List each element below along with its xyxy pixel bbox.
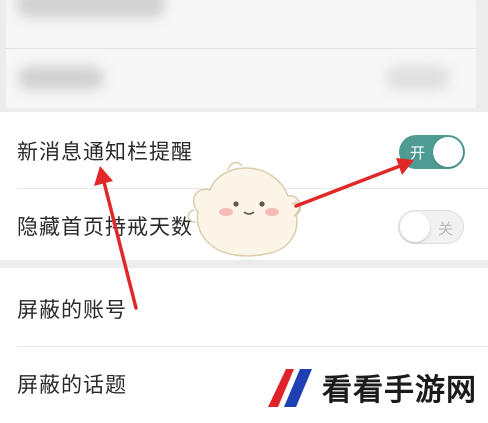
watermark-logo-icon	[268, 369, 312, 407]
notification-bar-reminder-row[interactable]: 新消息通知栏提醒 开	[0, 114, 488, 188]
blurred-divider	[6, 48, 476, 49]
hide-home-days-label: 隐藏首页持戒天数	[17, 215, 193, 239]
toggle-on-text: 开	[410, 144, 426, 162]
watermark-text: 看看手游网	[322, 373, 477, 408]
watermark: 看看手游网	[262, 362, 477, 412]
notification-settings-card: 新消息通知栏提醒 开 隐藏首页持戒天数 关	[0, 112, 488, 260]
blocked-accounts-row[interactable]: 屏蔽的账号	[0, 272, 488, 346]
settings-screen: 新消息通知栏提醒 开 隐藏首页持戒天数 关 屏蔽的账号 屏蔽的话题 看看手游网	[0, 0, 488, 423]
blurred-item-top	[16, 0, 166, 18]
notification-bar-reminder-toggle[interactable]: 开	[399, 135, 465, 169]
notification-bar-reminder-label: 新消息通知栏提醒	[17, 140, 193, 164]
toggle-off-text: 关	[437, 220, 453, 238]
hide-home-days-toggle[interactable]: 关	[398, 210, 464, 244]
blocked-accounts-label: 屏蔽的账号	[17, 298, 127, 322]
blurred-item-middle	[18, 66, 104, 90]
toggle-knob	[400, 212, 430, 242]
blocked-topics-label: 屏蔽的话题	[17, 373, 127, 397]
toggle-knob	[433, 137, 463, 167]
blurred-item-right	[386, 66, 450, 90]
hide-home-days-row[interactable]: 隐藏首页持戒天数 关	[0, 189, 488, 263]
